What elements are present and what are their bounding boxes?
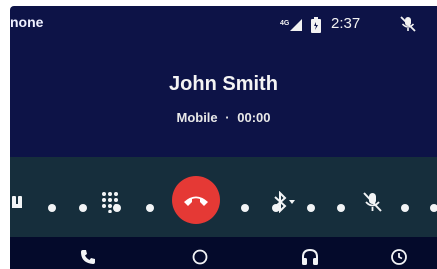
nav-music-button[interactable] xyxy=(300,247,320,267)
nav-home-button[interactable] xyxy=(190,247,210,267)
clock: 2:37 xyxy=(331,15,361,32)
notification-clock-icon xyxy=(391,249,407,265)
mute-button[interactable] xyxy=(359,187,385,217)
speaker-icon xyxy=(12,196,22,208)
caller-name: John Smith xyxy=(169,73,278,95)
hangup-icon xyxy=(184,196,208,206)
end-call-button[interactable] xyxy=(172,176,220,224)
mic-off-icon xyxy=(363,192,382,212)
separator-dot xyxy=(48,204,56,212)
separator-dot xyxy=(241,204,249,212)
status-bar: none 4G 2:37 xyxy=(10,6,437,40)
separator-dot xyxy=(337,204,345,212)
separator-dot xyxy=(146,204,154,212)
phone-icon xyxy=(81,250,95,264)
headphones-icon xyxy=(302,248,318,265)
details-separator: · xyxy=(225,110,230,125)
call-screen: none 4G 2:37 John Smith Mobile · 00:00 xyxy=(10,6,437,269)
bluetooth-audio-button[interactable] xyxy=(268,187,302,217)
separator-dot xyxy=(401,204,409,212)
separator-dot xyxy=(113,204,121,212)
nav-phone-button[interactable] xyxy=(78,247,98,267)
call-duration: 00:00 xyxy=(237,110,271,125)
call-details: Mobile · 00:00 xyxy=(10,110,437,125)
mic-muted-icon xyxy=(399,15,417,33)
line-type: Mobile xyxy=(176,110,218,125)
separator-dot xyxy=(430,204,437,212)
audio-output-button[interactable] xyxy=(10,187,28,217)
nav-notifications-button[interactable] xyxy=(389,247,409,267)
separator-dot xyxy=(79,204,87,212)
network-type: 4G xyxy=(280,20,290,27)
signal-icon: 4G xyxy=(280,18,308,32)
separator-dot xyxy=(307,204,315,212)
home-circle-icon xyxy=(192,249,208,265)
battery-icon xyxy=(311,17,321,33)
app-label: none xyxy=(10,14,44,30)
dialpad-button[interactable] xyxy=(95,187,125,217)
bottom-nav xyxy=(10,237,437,269)
separator-dot xyxy=(272,204,280,212)
